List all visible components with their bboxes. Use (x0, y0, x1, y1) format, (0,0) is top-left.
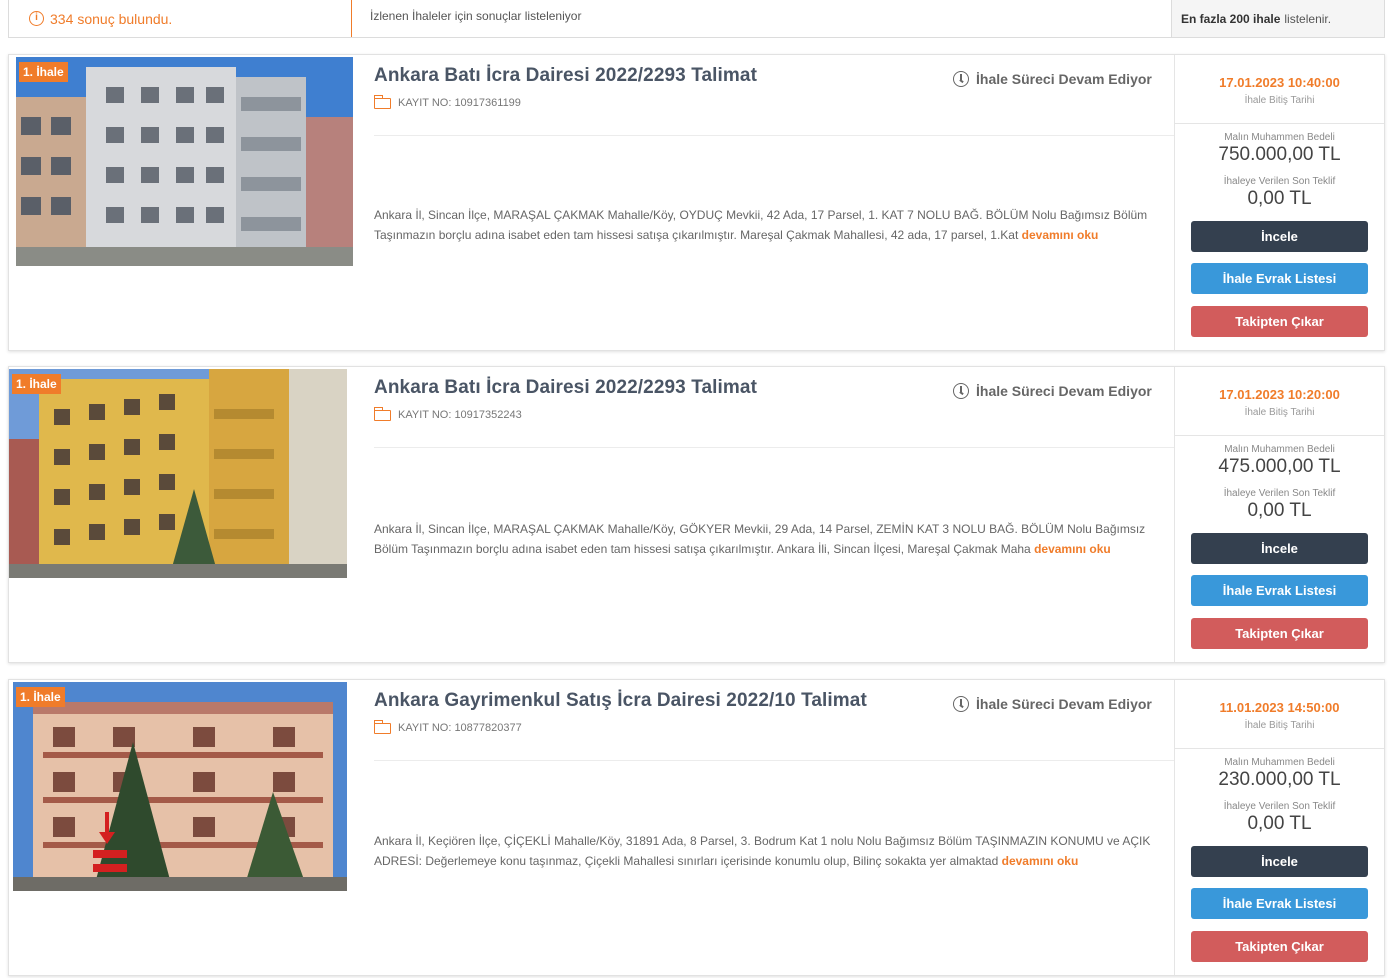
auction-end-date: 17.01.2023 10:40:00 (1219, 75, 1340, 90)
estimated-value-label: Malın Muhammen Bedeli (1224, 757, 1335, 768)
folder-icon (373, 406, 391, 421)
result-count-text: sonuç bulundu. (77, 10, 173, 27)
last-bid-value: 0,00 TL (1247, 813, 1312, 834)
auction-status-text: İhale Süreci Devam Ediyor (976, 383, 1152, 399)
result-count-number: 334 (50, 10, 74, 27)
auction-status: İhale Süreci Devam Ediyor (953, 696, 1152, 712)
record-number-text: KAYIT NO: 10917352243 (398, 409, 522, 421)
divider (1175, 748, 1384, 749)
estimated-value: 475.000,00 TL (1218, 456, 1341, 477)
inspect-button[interactable]: İncele (1191, 846, 1368, 877)
info-circle-icon: i (29, 11, 44, 26)
estimated-value: 750.000,00 TL (1218, 144, 1341, 165)
result-count: i 334 sonuç bulundu. (9, 0, 352, 37)
auction-round-badge: 1. İhale (19, 62, 68, 82)
auction-end-date-label: İhale Bitiş Tarihi (1244, 95, 1315, 106)
listing-limit-bold: En fazla 200 ihale (1181, 11, 1281, 26)
listing-limit-text: listelenir. (1284, 11, 1332, 26)
divider (374, 447, 1174, 448)
auction-description: Ankara İl, Keçiören İlçe, ÇİÇEKLİ Mahall… (374, 832, 1164, 871)
clock-icon (953, 696, 969, 712)
record-number: KAYIT NO: 10917352243 (373, 406, 522, 421)
property-photo[interactable]: 1. İhale (9, 369, 347, 578)
property-photo[interactable]: 1. İhale (13, 682, 347, 891)
auction-card: 1. İhale Ankara Gayrimenkul Satış İcra D… (8, 679, 1385, 976)
auction-status: İhale Süreci Devam Ediyor (953, 71, 1152, 87)
auction-title[interactable]: Ankara Batı İcra Dairesi 2022/2293 Talim… (374, 377, 757, 399)
unfollow-button[interactable]: Takipten Çıkar (1191, 618, 1368, 649)
auction-end-date-label: İhale Bitiş Tarihi (1244, 720, 1315, 731)
auction-end-date-label: İhale Bitiş Tarihi (1244, 407, 1315, 418)
auction-description: Ankara İl, Sincan İlçe, MARAŞAL ÇAKMAK M… (374, 520, 1164, 559)
auction-status-text: İhale Süreci Devam Ediyor (976, 696, 1152, 712)
building-photo-3 (13, 682, 347, 891)
divider (1175, 435, 1384, 436)
auction-sidebar: 17.01.2023 10:40:00 İhale Bitiş Tarihi M… (1174, 55, 1384, 350)
unfollow-button[interactable]: Takipten Çıkar (1191, 931, 1368, 962)
auction-description-text: Ankara İl, Sincan İlçe, MARAŞAL ÇAKMAK M… (374, 522, 1146, 556)
folder-icon (373, 719, 391, 734)
auction-round-badge: 1. İhale (16, 687, 65, 707)
read-more-link[interactable]: devamını oku (1022, 228, 1099, 242)
last-bid-value: 0,00 TL (1247, 188, 1312, 209)
auction-description: Ankara İl, Sincan İlçe, MARAŞAL ÇAKMAK M… (374, 206, 1164, 245)
divider (374, 135, 1174, 136)
unfollow-button[interactable]: Takipten Çıkar (1191, 306, 1368, 337)
auction-card: 1. İhale Ankara Batı İcra Dairesi 2022/2… (8, 54, 1385, 351)
building-photo-2 (9, 369, 347, 578)
estimated-value-label: Malın Muhammen Bedeli (1224, 444, 1335, 455)
record-number: KAYIT NO: 10877820377 (373, 719, 522, 734)
documents-list-button[interactable]: İhale Evrak Listesi (1191, 263, 1368, 294)
record-number: KAYIT NO: 10917361199 (373, 94, 521, 109)
estimated-value: 230.000,00 TL (1218, 769, 1341, 790)
inspect-button[interactable]: İncele (1191, 533, 1368, 564)
last-bid-label: İhaleye Verilen Son Teklif (1223, 801, 1336, 812)
last-bid-label: İhaleye Verilen Son Teklif (1223, 176, 1336, 187)
auction-end-date: 11.01.2023 14:50:00 (1219, 700, 1340, 715)
folder-icon (373, 94, 391, 109)
auction-sidebar: 11.01.2023 14:50:00 İhale Bitiş Tarihi M… (1174, 680, 1384, 975)
results-summary-bar: i 334 sonuç bulundu. İzlenen İhaleler iç… (8, 0, 1385, 38)
documents-list-button[interactable]: İhale Evrak Listesi (1191, 888, 1368, 919)
building-photo-1 (16, 57, 353, 266)
read-more-link[interactable]: devamını oku (1002, 854, 1079, 868)
last-bid-label: İhaleye Verilen Son Teklif (1223, 488, 1336, 499)
listing-message: İzlenen İhaleler için sonuçlar listeleni… (370, 9, 582, 23)
clock-icon (953, 383, 969, 399)
auction-title[interactable]: Ankara Batı İcra Dairesi 2022/2293 Talim… (374, 65, 757, 87)
auction-end-date: 17.01.2023 10:20:00 (1219, 387, 1340, 402)
property-photo[interactable]: 1. İhale (16, 57, 353, 266)
listing-limit: En fazla 200 ihale listelenir. (1171, 0, 1384, 37)
last-bid-value: 0,00 TL (1247, 500, 1312, 521)
record-number-text: KAYIT NO: 10877820377 (398, 722, 522, 734)
read-more-link[interactable]: devamını oku (1034, 542, 1111, 556)
auction-card: 1. İhale Ankara Batı İcra Dairesi 2022/2… (8, 366, 1385, 663)
auction-title[interactable]: Ankara Gayrimenkul Satış İcra Dairesi 20… (374, 690, 867, 712)
auction-status-text: İhale Süreci Devam Ediyor (976, 71, 1152, 87)
auction-round-badge: 1. İhale (12, 374, 61, 394)
divider (374, 760, 1174, 761)
clock-icon (953, 71, 969, 87)
inspect-button[interactable]: İncele (1191, 221, 1368, 252)
auction-sidebar: 17.01.2023 10:20:00 İhale Bitiş Tarihi M… (1174, 367, 1384, 662)
documents-list-button[interactable]: İhale Evrak Listesi (1191, 575, 1368, 606)
record-number-text: KAYIT NO: 10917361199 (398, 97, 521, 109)
estimated-value-label: Malın Muhammen Bedeli (1224, 132, 1335, 143)
auction-status: İhale Süreci Devam Ediyor (953, 383, 1152, 399)
divider (1175, 123, 1384, 124)
